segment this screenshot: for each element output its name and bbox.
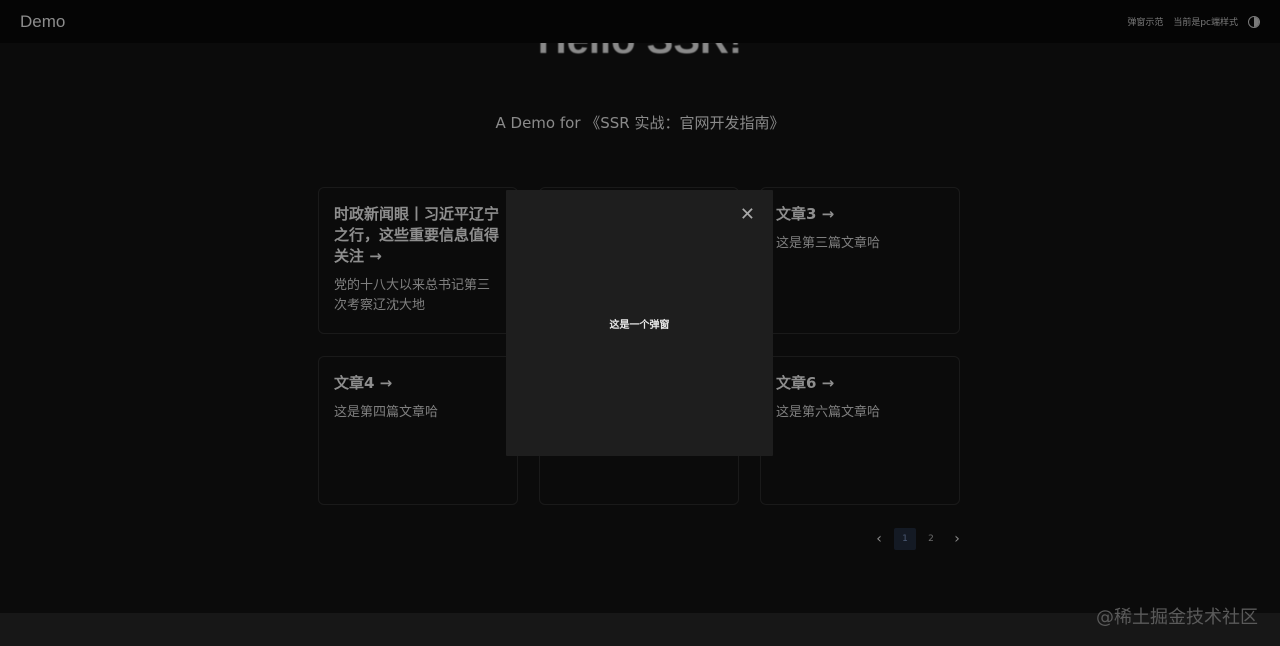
page-subtitle: A Demo for 《SSR 实战：官网开发指南》 [495, 114, 785, 132]
article-card-desc: 这是第四篇文章哈 [334, 405, 439, 420]
modal-message: 这是一个弹窗 [609, 320, 670, 331]
theme-toggle-icon[interactable] [1248, 15, 1260, 28]
nav-link-modal-demo[interactable]: 弹窗示范 [1127, 15, 1163, 28]
nav-link-pc-style[interactable]: 当前是pc端样式 [1173, 15, 1238, 28]
article-card-title[interactable]: 文章4 → [334, 373, 502, 394]
page-button-2[interactable]: 2 [920, 528, 942, 550]
article-card-6[interactable]: 文章6 → 这是第六篇文章哈 [760, 356, 960, 505]
article-card-desc: 这是第三篇文章哈 [776, 236, 881, 251]
article-card-3[interactable]: 文章3 → 这是第三篇文章哈 [760, 187, 960, 334]
watermark: @稀土掘金技术社区 [1096, 607, 1258, 628]
article-card-title[interactable]: 文章6 → [776, 373, 944, 394]
article-card-title[interactable]: 文章3 → [776, 204, 944, 225]
chevron-left-icon[interactable]: ‹ [868, 528, 890, 550]
brand-logo[interactable]: Demo [20, 12, 65, 32]
article-card-desc: 这是第六篇文章哈 [776, 405, 881, 420]
page-button-1[interactable]: 1 [894, 528, 916, 550]
close-icon[interactable]: ✕ [740, 204, 755, 225]
article-card-title[interactable]: 时政新闻眼丨习近平辽宁之行，这些重要信息值得关注 → [334, 204, 502, 267]
article-card-4[interactable]: 文章4 → 这是第四篇文章哈 [318, 356, 518, 505]
chevron-right-icon[interactable]: › [946, 528, 968, 550]
pagination: ‹ 1 2 › [868, 528, 972, 550]
header-right: 弹窗示范 当前是pc端样式 [1127, 15, 1260, 28]
top-nav-bar: Demo 弹窗示范 当前是pc端样式 [0, 0, 1280, 43]
article-card-desc: 党的十八大以来总书记第三次考察辽沈大地 [334, 278, 491, 313]
modal-dialog: ✕ 这是一个弹窗 [506, 190, 773, 456]
footer-strip [0, 613, 1280, 646]
article-card-1[interactable]: 时政新闻眼丨习近平辽宁之行，这些重要信息值得关注 → 党的十八大以来总书记第三次… [318, 187, 518, 334]
